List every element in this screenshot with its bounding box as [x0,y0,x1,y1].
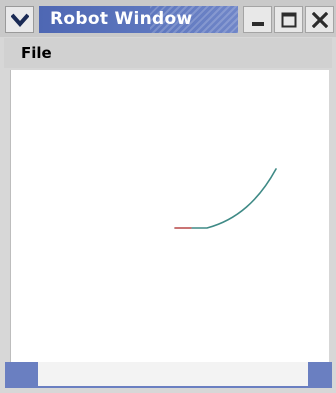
window-menu-button[interactable] [5,6,34,33]
minimize-icon [251,21,264,26]
menu-bar [4,38,332,68]
minimize-button[interactable] [243,6,272,33]
robot-path-drawing [174,168,277,229]
robot-canvas[interactable] [10,70,329,362]
close-button[interactable] [305,6,334,33]
chevron-down-icon [10,13,29,27]
window-right-border [328,37,336,393]
menu-file[interactable]: File [21,44,52,62]
robot-path [174,168,277,229]
maximize-button[interactable] [274,6,303,33]
window-resize-handle[interactable] [38,362,308,386]
robot-window: Robot Window File [0,0,336,393]
close-icon [311,11,328,28]
title-bar[interactable]: Robot Window [0,0,336,37]
window-left-border [0,37,10,393]
window-title: Robot Window [50,9,193,29]
maximize-icon [281,12,296,27]
